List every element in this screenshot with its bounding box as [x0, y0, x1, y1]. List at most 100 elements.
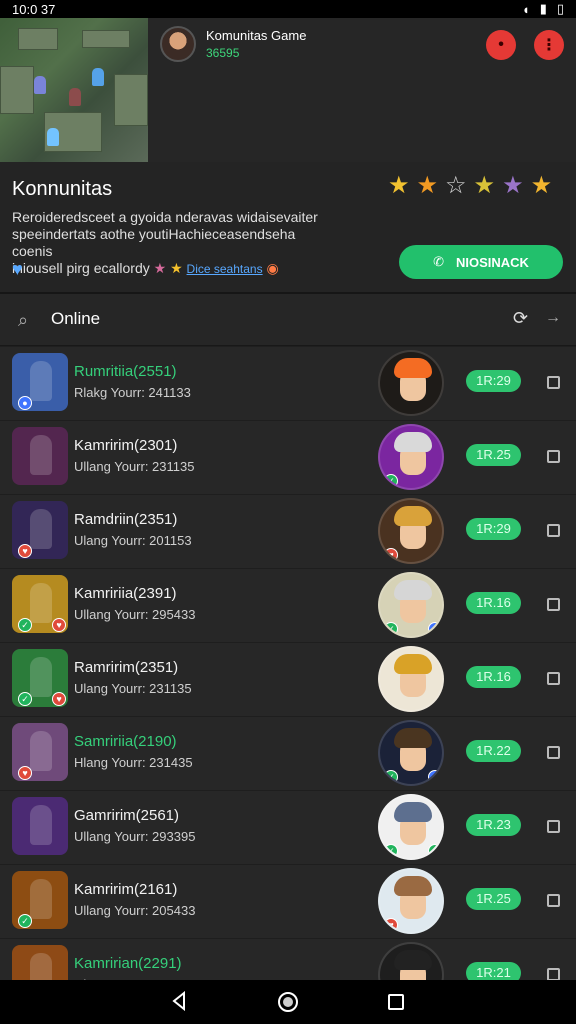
search-icon[interactable]: ⌕: [18, 310, 28, 331]
game-thumbnail[interactable]: ●: [12, 353, 68, 411]
list-item[interactable]: Kamririan(2291)Ulang Yourr: 2313951R:21: [0, 939, 576, 980]
online-bar: ⌕ Online ⟳ →: [0, 294, 576, 346]
select-checkbox[interactable]: [547, 598, 560, 611]
player-name: Kamririia(2391): [74, 585, 177, 602]
player-name: Gamririm(2561): [74, 807, 180, 824]
time-pill[interactable]: 1R.16: [466, 592, 521, 614]
select-checkbox[interactable]: [547, 524, 560, 537]
list-item[interactable]: ● Rumritiia(2551) Rlakg Yourr: 241133 1R:29: [0, 347, 576, 421]
avatar[interactable]: [378, 646, 444, 712]
game-thumbnail[interactable]: [12, 427, 68, 485]
status-badge-icon: ●: [428, 622, 442, 636]
time-pill[interactable]: 1R.23: [466, 814, 521, 836]
avatar-hair: [394, 506, 432, 526]
verified-badge-icon: ✓: [18, 618, 32, 632]
select-checkbox[interactable]: [547, 450, 560, 463]
character-silhouette: [30, 879, 52, 919]
select-checkbox[interactable]: [547, 894, 560, 907]
game-thumbnail[interactable]: [12, 945, 68, 980]
rating-star-icon: ★: [416, 172, 439, 199]
game-thumbnail[interactable]: ♥: [12, 501, 68, 559]
verified-badge-icon: ✓: [384, 622, 398, 636]
game-title: Komunitas Game: [206, 28, 307, 43]
time-pill[interactable]: 1R.16: [466, 666, 521, 688]
avatar[interactable]: [378, 350, 444, 416]
phone-icon: ✆: [433, 254, 444, 269]
home-icon[interactable]: [278, 992, 298, 1012]
list-item[interactable]: ✓ Kamririm(2161) Ullang Yourr: 205433 ♥ 1R.2…: [0, 865, 576, 939]
status-badge-icon: ●: [428, 770, 442, 784]
avatar[interactable]: ✓ ✓: [378, 794, 444, 860]
list-item[interactable]: ✓ ♥ Ramririm(2351) Ulang Yourr: 231135 1R.16: [0, 643, 576, 717]
game-thumbnail[interactable]: ✓ ♥: [12, 649, 68, 707]
player-name: Rumritiia(2551): [74, 363, 177, 380]
join-button-label: NIOSINACK: [455, 254, 529, 270]
select-checkbox[interactable]: [547, 820, 560, 833]
arrow-right-icon[interactable]: →: [545, 309, 561, 327]
avatar-hair: [394, 654, 432, 674]
avatar-hair: [394, 358, 432, 378]
time-pill[interactable]: 1R:29: [466, 518, 521, 540]
avatar[interactable]: [378, 942, 444, 980]
time-pill[interactable]: 1R.22: [466, 740, 521, 762]
player-subtitle: Hlang Yourr: 231435: [74, 755, 193, 770]
player-subtitle: Ulang Yourr: 201153: [74, 533, 192, 548]
alert-icon[interactable]: •: [486, 30, 516, 60]
share-icon[interactable]: ⟳: [513, 308, 528, 329]
verified-badge-icon: ✓: [384, 770, 398, 784]
character-silhouette: [30, 509, 52, 549]
time-pill[interactable]: 1R:21: [466, 962, 521, 980]
list-item[interactable]: ♥ Samririia(2190) Hlang Yourr: 231435 ✓ ● 1R.…: [0, 717, 576, 791]
description-line-2: speeindertats aothe youtiHachieceasendse…: [12, 226, 296, 259]
game-avatar[interactable]: [160, 26, 196, 62]
player-name: Ramdriin(2351): [74, 511, 178, 528]
character-silhouette: [30, 805, 52, 845]
description-line-3: iniousell pirg ecallordy ★ ★ Dice seahta…: [12, 260, 322, 278]
time-pill[interactable]: 1R.25: [466, 888, 521, 910]
community-link[interactable]: Dice seahtans: [187, 262, 263, 276]
select-checkbox[interactable]: [547, 672, 560, 685]
description-text: iniousell pirg ecallordy: [12, 260, 150, 276]
select-checkbox[interactable]: [547, 376, 560, 389]
game-meta: Komunitas Game 36595: [206, 28, 306, 60]
wifi-icon: ◖: [521, 1, 530, 17]
favorite-heart-icon[interactable]: ♥: [12, 259, 23, 280]
avatar[interactable]: ✓ ●: [378, 572, 444, 638]
list-item[interactable]: ♥ Ramdriin(2351) Ulang Yourr: 201153 ♥ 1R:29: [0, 495, 576, 569]
list-item[interactable]: ✓ ♥ Kamririia(2391) Ullang Yourr: 295433 ✓ ● 1…: [0, 569, 576, 643]
time-pill[interactable]: 1R.25: [466, 444, 521, 466]
game-thumbnail[interactable]: ✓ ♥: [12, 575, 68, 633]
online-label: Online: [51, 309, 101, 328]
player-name: Samririia(2190): [74, 733, 177, 750]
back-icon[interactable]: [170, 991, 188, 1011]
heart-badge-icon: ♥: [52, 618, 66, 632]
game-thumbnail[interactable]: ♥: [12, 723, 68, 781]
rating-star-icon: ★: [530, 172, 553, 199]
player-subtitle: Ullang Yourr: 231135: [74, 459, 195, 474]
time-pill[interactable]: 1R:29: [466, 370, 521, 392]
select-checkbox[interactable]: [547, 746, 560, 759]
select-checkbox[interactable]: [547, 968, 560, 980]
verified-badge-icon: ✓: [18, 692, 32, 706]
avatar-hair: [394, 802, 432, 822]
list-item[interactable]: Gamririm(2561) Ullang Yourr: 293395 ✓ ✓ 1R.2…: [0, 791, 576, 865]
game-thumbnail[interactable]: ✓: [12, 871, 68, 929]
game-banner-image[interactable]: [0, 18, 148, 162]
yellow-star-icon: ★: [170, 260, 187, 276]
character-silhouette: [30, 435, 52, 475]
more-icon[interactable]: ⋮: [534, 30, 564, 60]
recents-icon[interactable]: [388, 994, 404, 1010]
heart-badge-icon: ♥: [52, 692, 66, 706]
verified-badge-icon: ✓: [428, 844, 442, 858]
avatar[interactable]: ♥: [378, 498, 444, 564]
rating-star-icon: ★: [473, 172, 496, 199]
avatar[interactable]: ♥: [378, 868, 444, 934]
avatar[interactable]: ✓: [378, 424, 444, 490]
game-thumbnail[interactable]: [12, 797, 68, 855]
list-item[interactable]: Kamririm(2301) Ullang Yourr: 231135 ✓ 1R.25: [0, 421, 576, 495]
avatar[interactable]: ✓ ●: [378, 720, 444, 786]
join-button[interactable]: ✆ NIOSINACK: [399, 245, 563, 279]
heart-badge-icon: ♥: [384, 548, 398, 562]
status-badge-icon: ●: [18, 396, 32, 410]
badge-icon: ◉: [266, 260, 279, 276]
